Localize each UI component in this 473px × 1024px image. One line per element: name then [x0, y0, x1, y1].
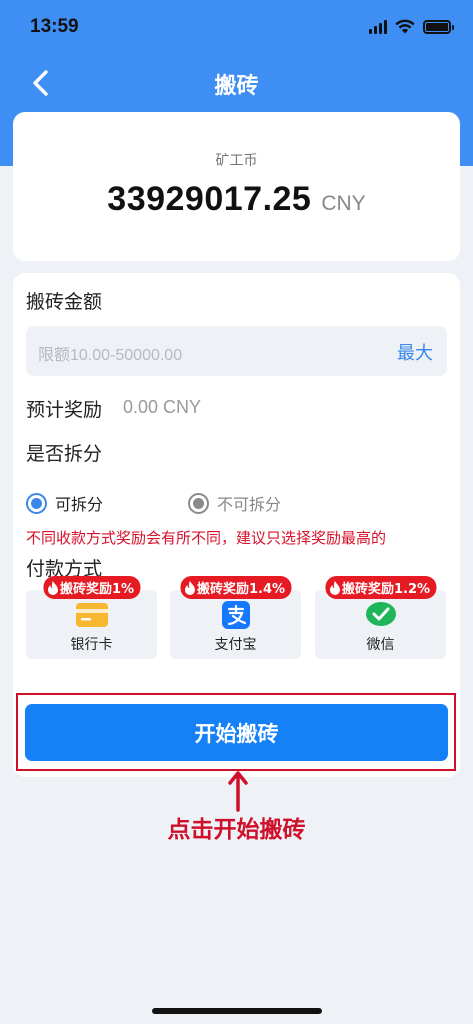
page-title: 搬砖	[214, 74, 259, 99]
wechat-icon	[364, 602, 398, 628]
status-time: 13:59	[30, 16, 79, 37]
radio-unselected-icon	[188, 492, 209, 514]
reward-tag: 搬砖奖励1.2%	[324, 576, 437, 599]
amount-label: 搬砖金额	[26, 291, 103, 313]
payment-option-alipay[interactable]: 搬砖奖励1.4% 支付宝	[170, 576, 301, 659]
reward-tag: 搬砖奖励1.4%	[179, 576, 292, 599]
reward-tag: 搬砖奖励1%	[42, 576, 141, 599]
navigation-bar: 搬砖	[0, 58, 473, 108]
radio-splittable[interactable]: 可拆分	[26, 491, 103, 515]
battery-icon	[423, 20, 454, 34]
payment-name: 银行卡	[70, 637, 113, 653]
payment-name: 微信	[366, 637, 395, 653]
payment-option-bank-card[interactable]: 搬砖奖励1% 银行卡	[26, 576, 157, 659]
radio-not-splittable[interactable]: 不可拆分	[188, 491, 281, 515]
split-label: 是否拆分	[26, 443, 103, 465]
payment-option-wechat[interactable]: 搬砖奖励1.2% 微信	[315, 576, 446, 659]
payment-name: 支付宝	[214, 637, 257, 653]
up-arrow-icon	[228, 771, 248, 812]
bank-card-icon	[75, 602, 109, 628]
radio-splittable-label: 可拆分	[55, 495, 104, 514]
balance-currency: CNY	[321, 192, 366, 215]
annotation-hint: 点击开始搬砖	[167, 817, 306, 843]
cellular-signal-icon	[369, 20, 387, 34]
balance-label: 矿工币	[215, 153, 258, 169]
balance-amount: 33929017.25	[107, 180, 312, 218]
start-button[interactable]: 开始搬砖	[25, 704, 448, 761]
reward-value: 0.00 CNY	[123, 397, 202, 417]
reward-label: 预计奖励	[26, 399, 103, 421]
flame-icon	[184, 580, 195, 595]
max-button[interactable]: 最大	[397, 339, 433, 365]
radio-selected-icon	[26, 492, 47, 514]
flame-icon	[329, 580, 340, 595]
reward-tag-text: 搬砖奖励1.4%	[196, 582, 286, 597]
home-indicator	[152, 1008, 322, 1014]
radio-not-splittable-label: 不可拆分	[217, 495, 282, 514]
status-bar: 13:59	[0, 0, 473, 56]
status-icons	[369, 19, 454, 34]
balance-card: 矿工币 33929017.25 CNY	[13, 112, 460, 261]
balance-row: 33929017.25 CNY	[13, 180, 460, 219]
amount-placeholder: 限额10.00-50000.00	[38, 347, 183, 364]
reward-tag-text: 搬砖奖励1%	[59, 582, 135, 597]
wifi-icon	[395, 19, 415, 34]
reward-tag-text: 搬砖奖励1.2%	[341, 582, 431, 597]
amount-input[interactable]: 限额10.00-50000.00 最大	[26, 326, 447, 376]
warning-text: 不同收款方式奖励会有所不同，建议只选择奖励最高的	[26, 529, 387, 547]
flame-icon	[47, 580, 58, 595]
alipay-icon	[219, 601, 253, 629]
